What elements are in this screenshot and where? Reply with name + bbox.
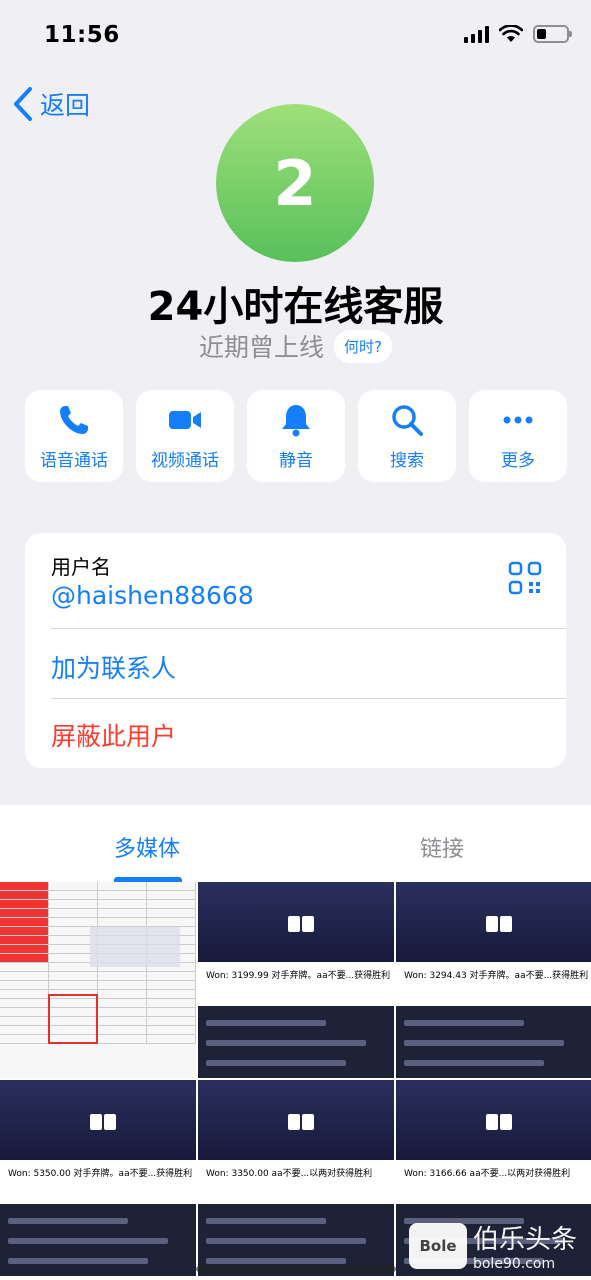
voice-call-button[interactable]: 语音通话: [25, 390, 123, 482]
media-caption: Won: 3166.66 aa不要...以两对获得胜利: [404, 1169, 571, 1179]
avatar[interactable]: 2: [216, 104, 374, 262]
when-button[interactable]: 何时?: [334, 329, 392, 363]
media-thumbnail[interactable]: Won: 5350.00 对手弃牌。aa不要...获得胜利: [0, 1080, 196, 1276]
media-caption: Won: 3350.00 aa不要...以两对获得胜利: [206, 1169, 373, 1179]
media-caption: Won: 3199.99 对手弃牌。aa不要...获得胜利: [206, 971, 391, 981]
home-indicator: [196, 1266, 396, 1272]
wifi-icon: [499, 25, 523, 42]
chevron-left-icon: [14, 87, 32, 121]
info-card: 用户名 @haishen88668 加为联系人 屏蔽此用户: [25, 533, 566, 768]
media-caption: Won: 5350.00 对手弃牌。aa不要...获得胜利: [8, 1169, 193, 1179]
phone-icon: [60, 405, 88, 434]
search-button[interactable]: 搜索: [358, 390, 456, 482]
divider: [51, 628, 566, 629]
tab-links[interactable]: 链接: [420, 831, 464, 863]
presence-row: 近期曾上线 何时?: [0, 328, 591, 364]
block-user-button[interactable]: 屏蔽此用户: [51, 717, 176, 753]
status-bar: 11:56: [0, 0, 591, 70]
video-call-button[interactable]: 视频通话: [136, 390, 234, 482]
username-value[interactable]: @haishen88668: [51, 581, 254, 610]
watermark-logo: Bole: [408, 1222, 467, 1269]
battery-icon: [533, 25, 572, 43]
media-thumbnail[interactable]: [0, 882, 196, 1078]
qr-code-icon[interactable]: [508, 561, 542, 595]
watermark-site: bole90.com: [472, 1256, 556, 1272]
media-caption: Won: 3294.43 对手弃牌。aa不要...获得胜利: [404, 971, 589, 981]
divider: [51, 698, 566, 699]
back-label: 返回: [40, 91, 91, 120]
status-icons: [464, 25, 572, 43]
media-thumbnail[interactable]: Won: 3199.99 对手弃牌。aa不要...获得胜利: [198, 882, 394, 1078]
action-bar: 语音通话 视频通话 静音 搜索 更多: [25, 390, 567, 482]
more-label: 更多: [501, 450, 535, 471]
watermark: Bole 伯乐头条 bole90.com: [408, 1219, 577, 1272]
mute-button[interactable]: 静音: [247, 390, 345, 482]
back-button[interactable]: 返回: [12, 86, 90, 122]
bell-icon: [282, 404, 310, 436]
search-label: 搜索: [390, 450, 424, 471]
search-icon: [392, 404, 423, 436]
add-contact-button[interactable]: 加为联系人: [51, 649, 176, 685]
media-tabs: 多媒体 链接: [0, 805, 591, 885]
cellular-signal-icon: [464, 25, 489, 43]
video-call-label: 视频通话: [151, 450, 219, 471]
more-button[interactable]: 更多: [469, 390, 567, 482]
media-thumbnail[interactable]: Won: 3350.00 aa不要...以两对获得胜利: [198, 1080, 394, 1276]
video-icon: [169, 410, 201, 429]
watermark-brand: 伯乐头条: [472, 1225, 577, 1255]
mute-label: 静音: [279, 450, 313, 471]
username-label: 用户名: [51, 555, 111, 579]
media-thumbnail[interactable]: Won: 3294.43 对手弃牌。aa不要...获得胜利: [396, 882, 591, 1078]
more-icon: [503, 416, 533, 423]
tab-media[interactable]: 多媒体: [114, 831, 180, 863]
status-time: 11:56: [44, 22, 120, 48]
presence-status: 近期曾上线: [199, 333, 325, 362]
contact-name: 24小时在线客服: [147, 284, 444, 330]
voice-call-label: 语音通话: [40, 450, 108, 471]
